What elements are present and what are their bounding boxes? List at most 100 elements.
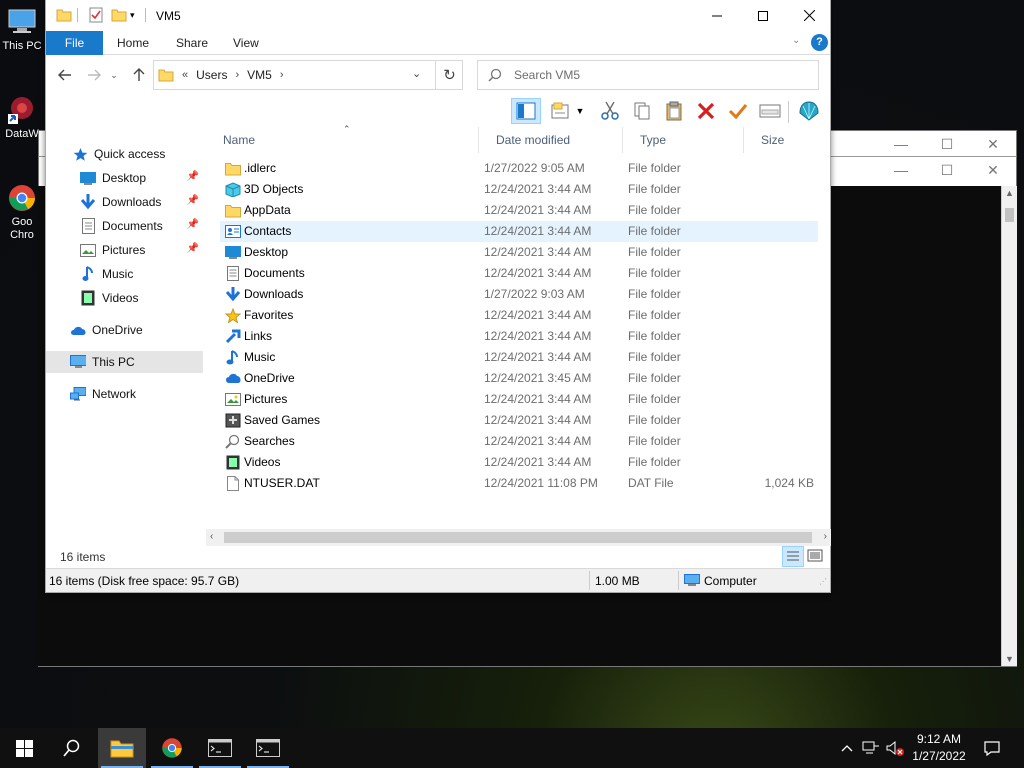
resize-grip-icon[interactable]: ⋰ xyxy=(819,577,827,586)
start-button[interactable] xyxy=(0,728,48,768)
table-row[interactable]: Pictures 12/24/2021 3:44 AM File folder xyxy=(220,389,818,410)
title-bar[interactable]: ▾ VM5 xyxy=(46,0,830,32)
back-button[interactable] xyxy=(54,64,76,86)
tab-view[interactable]: View xyxy=(219,31,273,55)
file-explorer-window[interactable]: ▾ VM5 File Home Share View ⌄ ? ⌄ « Users… xyxy=(45,0,831,593)
nav-videos[interactable]: Videos xyxy=(46,287,203,309)
taskbar-chrome[interactable] xyxy=(148,728,196,768)
table-row[interactable]: OneDrive 12/24/2021 3:45 AM File folder xyxy=(220,368,818,389)
table-row[interactable]: Links 12/24/2021 3:44 AM File folder xyxy=(220,326,818,347)
minimize-icon xyxy=(712,15,722,16)
show-hidden-icons-button[interactable] xyxy=(837,728,857,768)
table-row[interactable]: Desktop 12/24/2021 3:44 AM File folder xyxy=(220,242,818,263)
scroll-right-icon[interactable]: › xyxy=(824,531,827,542)
recent-locations-button[interactable]: ⌄ xyxy=(108,64,120,86)
tab-home[interactable]: Home xyxy=(103,31,163,55)
forward-button[interactable] xyxy=(83,64,105,86)
minimize-button[interactable]: — xyxy=(878,157,924,185)
up-button[interactable] xyxy=(128,64,150,86)
taskbar-file-explorer[interactable] xyxy=(98,728,146,768)
chevron-right-icon[interactable]: › xyxy=(280,69,284,81)
taskbar-console-2[interactable] xyxy=(244,728,292,768)
console-scrollbar[interactable]: ▲ ▼ xyxy=(1001,186,1017,666)
nav-music[interactable]: Music xyxy=(46,263,203,285)
details-view-button[interactable] xyxy=(782,546,804,567)
refresh-button[interactable]: ↻ xyxy=(435,60,463,90)
expand-ribbon-icon[interactable]: ⌄ xyxy=(792,35,800,46)
customize-quick-access-icon[interactable]: ▾ xyxy=(130,7,146,23)
action-center-button[interactable] xyxy=(978,728,1006,768)
breadcrumb-overflow[interactable]: « xyxy=(182,69,188,81)
close-button[interactable]: ✕ xyxy=(970,157,1016,185)
nav-network[interactable]: Network xyxy=(46,383,203,405)
close-button[interactable]: ✕ xyxy=(970,131,1016,159)
scrollbar-thumb[interactable] xyxy=(224,532,812,543)
table-row[interactable]: Contacts 12/24/2021 3:44 AM File folder xyxy=(220,221,818,242)
column-header-size[interactable]: Size xyxy=(744,127,821,153)
properties-button[interactable] xyxy=(757,98,783,124)
rename-button[interactable] xyxy=(725,98,751,124)
table-row[interactable]: Favorites 12/24/2021 3:44 AM File folder xyxy=(220,305,818,326)
help-icon[interactable]: ? xyxy=(811,34,828,51)
file-date: 12/24/2021 3:44 AM xyxy=(484,350,592,364)
nav-pictures[interactable]: Pictures 📌 xyxy=(46,239,203,261)
horizontal-scrollbar[interactable]: ‹ › xyxy=(206,529,831,546)
table-row[interactable]: Music 12/24/2021 3:44 AM File folder xyxy=(220,347,818,368)
table-row[interactable]: 3D Objects 12/24/2021 3:44 AM File folder xyxy=(220,179,818,200)
scroll-down-icon[interactable]: ▼ xyxy=(1005,654,1014,664)
column-header-type[interactable]: Type xyxy=(623,127,744,153)
chevron-right-icon[interactable]: › xyxy=(235,69,239,81)
minimize-button[interactable] xyxy=(694,0,740,31)
table-row[interactable]: .idlerc 1/27/2022 9:05 AM File folder xyxy=(220,158,818,179)
nav-this-pc[interactable]: This PC xyxy=(46,351,203,373)
breadcrumb-users[interactable]: Users xyxy=(196,68,227,82)
delete-button[interactable] xyxy=(693,98,719,124)
new-folder-icon[interactable] xyxy=(111,7,127,23)
column-header-date[interactable]: Date modified xyxy=(479,127,623,153)
properties-icon[interactable] xyxy=(88,7,104,23)
copy-button[interactable] xyxy=(629,98,655,124)
music-icon xyxy=(226,350,238,365)
table-row[interactable]: Searches 12/24/2021 3:44 AM File folder xyxy=(220,431,818,452)
network-tray-button[interactable] xyxy=(860,728,882,768)
table-row[interactable]: AppData 12/24/2021 3:44 AM File folder xyxy=(220,200,818,221)
maximize-button[interactable]: ☐ xyxy=(924,131,970,159)
maximize-button[interactable]: ☐ xyxy=(924,157,970,185)
address-bar[interactable]: « Users › VM5 › ⌄ xyxy=(153,60,463,90)
address-dropdown-icon[interactable]: ⌄ xyxy=(412,67,421,80)
table-row[interactable]: NTUSER.DAT 12/24/2021 11:08 PM DAT File 1,0… xyxy=(220,473,818,494)
search-box[interactable]: Search VM5 xyxy=(477,60,819,90)
views-dropdown-icon[interactable]: ▼ xyxy=(573,98,587,124)
nav-downloads[interactable]: Downloads 📌 xyxy=(46,191,203,213)
minimize-button[interactable]: — xyxy=(878,131,924,159)
nav-documents[interactable]: Documents 📌 xyxy=(46,215,203,237)
desktop-icon-this-pc[interactable]: This PC xyxy=(0,6,44,52)
nav-quick-access[interactable]: Quick access xyxy=(46,143,203,165)
large-icons-view-button[interactable] xyxy=(807,549,823,563)
volume-tray-button[interactable] xyxy=(884,728,906,768)
nav-desktop[interactable]: Desktop 📌 xyxy=(46,167,203,189)
file-name: Downloads xyxy=(244,287,304,301)
refresh-icon: ↻ xyxy=(443,67,456,84)
cut-button[interactable] xyxy=(597,98,623,124)
maximize-button[interactable] xyxy=(740,0,786,31)
shell-button[interactable] xyxy=(796,98,822,124)
table-row[interactable]: Downloads 1/27/2022 9:03 AM File folder xyxy=(220,284,818,305)
scroll-up-icon[interactable]: ▲ xyxy=(1005,188,1014,198)
table-row[interactable]: Saved Games 12/24/2021 3:44 AM File folder xyxy=(220,410,818,431)
views-button[interactable] xyxy=(548,98,574,124)
table-row[interactable]: Documents 12/24/2021 3:44 AM File folder xyxy=(220,263,818,284)
table-row[interactable]: Videos 12/24/2021 3:44 AM File folder xyxy=(220,452,818,473)
preview-pane-button[interactable] xyxy=(511,98,541,124)
search-button[interactable] xyxy=(48,728,96,768)
nav-onedrive[interactable]: OneDrive xyxy=(46,319,203,341)
file-date: 12/24/2021 3:44 AM xyxy=(484,413,592,427)
breadcrumb-vm5[interactable]: VM5 xyxy=(247,68,272,82)
clock[interactable]: 9:12 AM 1/27/2022 xyxy=(908,731,970,765)
taskbar-console-1[interactable] xyxy=(196,728,244,768)
tab-file[interactable]: File xyxy=(46,31,103,55)
tab-share[interactable]: Share xyxy=(162,31,222,55)
close-button[interactable] xyxy=(786,0,832,31)
scroll-left-icon[interactable]: ‹ xyxy=(210,531,213,542)
paste-button[interactable] xyxy=(661,98,687,124)
